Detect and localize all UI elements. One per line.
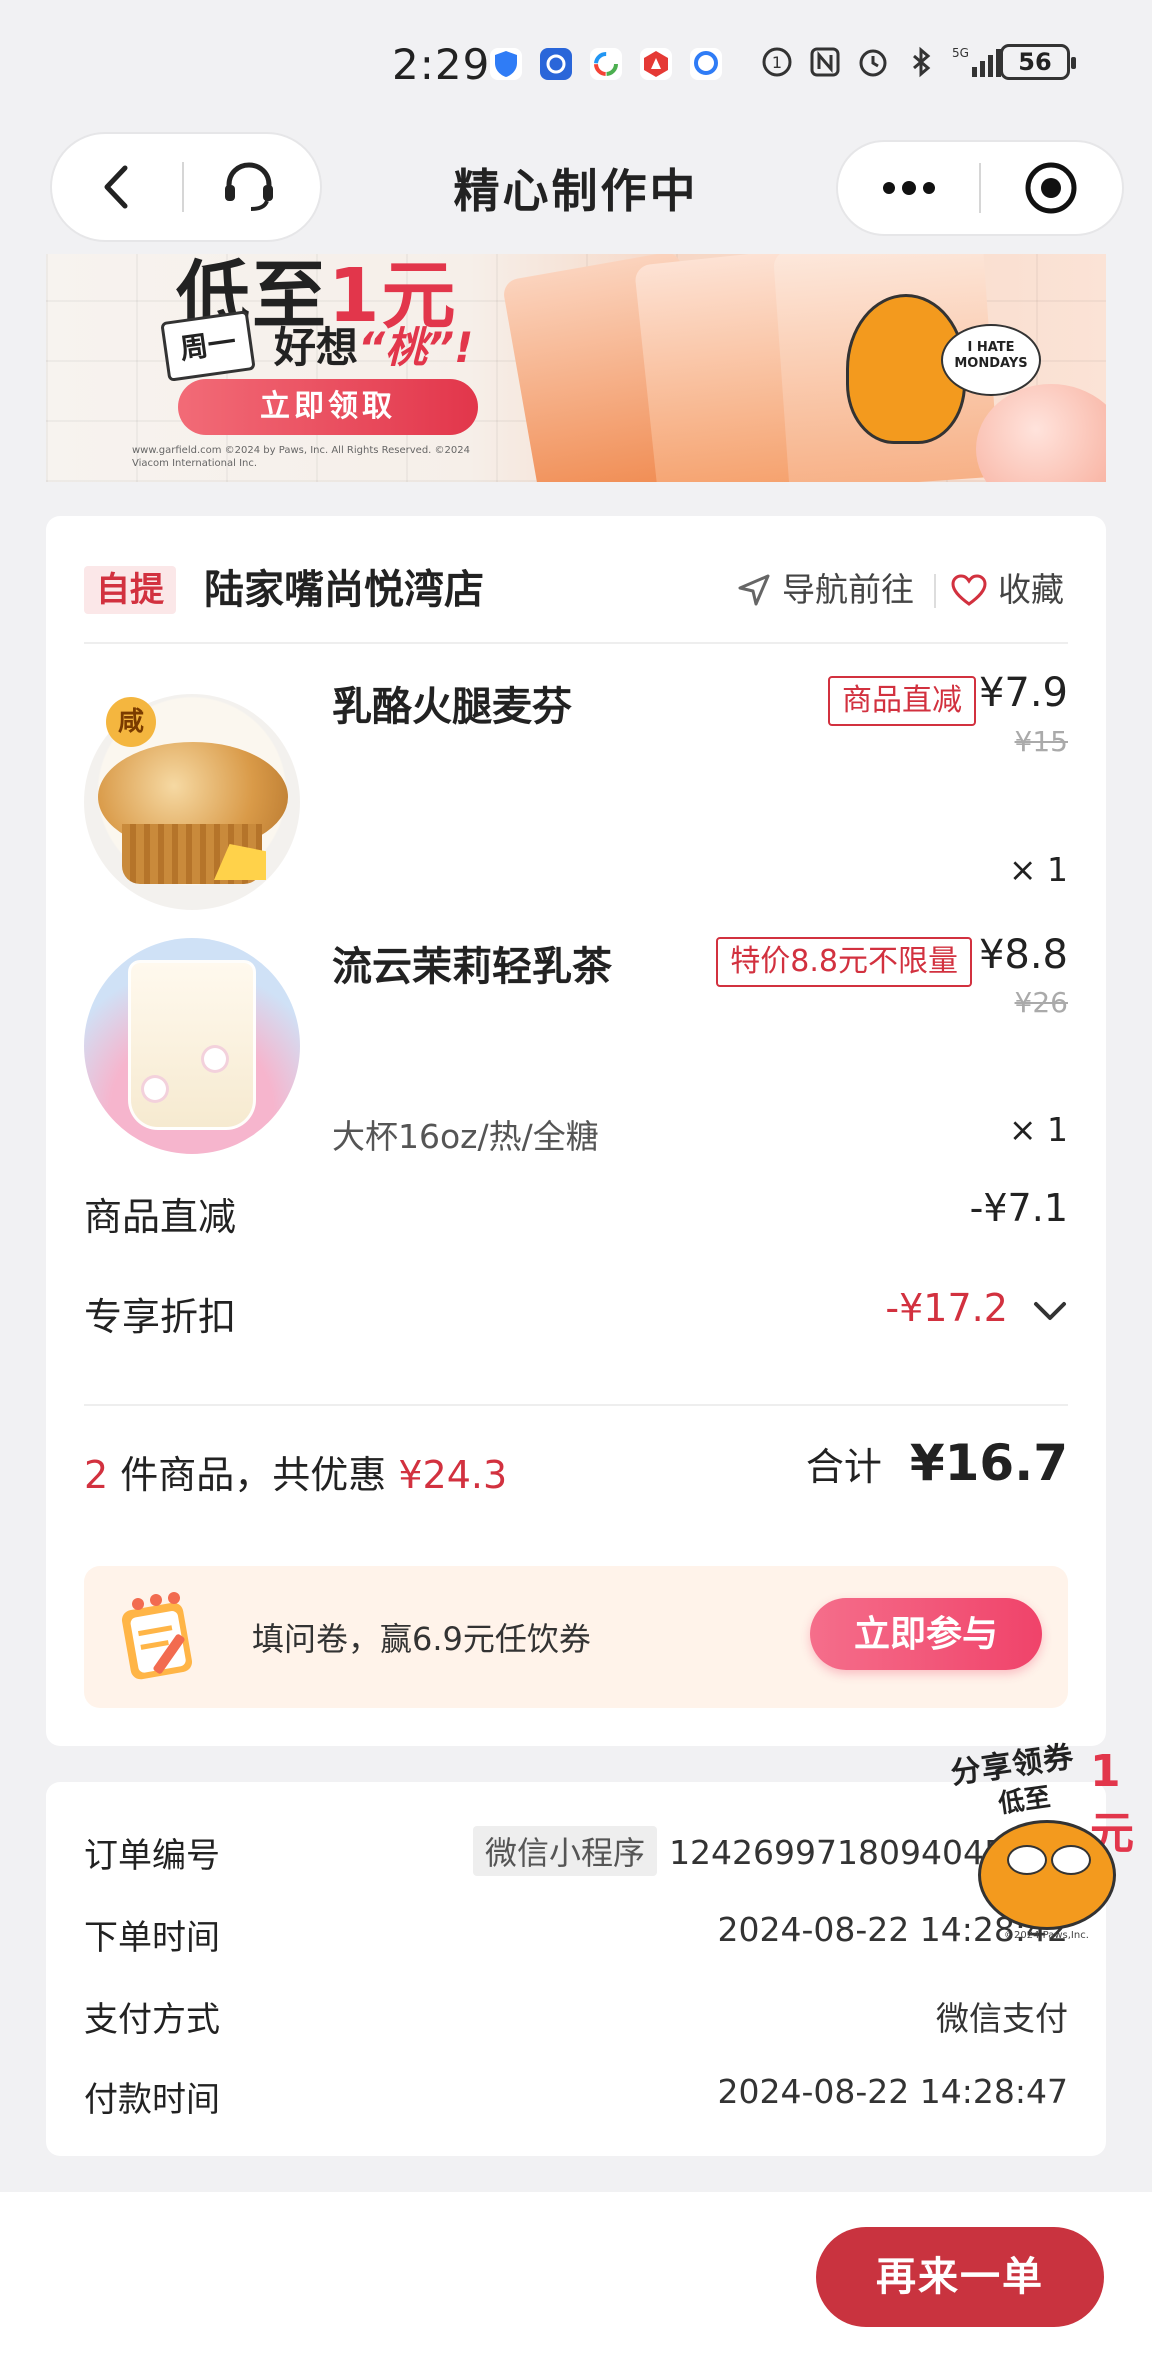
store-name[interactable]: 陆家嘴尚悦湾店: [204, 566, 484, 614]
item-spec: 大杯16oz/热/全糖: [332, 1117, 599, 1156]
signal-icon: 5G: [952, 45, 1001, 79]
network-type: 5G: [952, 46, 969, 60]
item-count: 2: [84, 1453, 109, 1497]
navigate-label: 导航前往: [782, 570, 914, 609]
reorder-button[interactable]: 再来一单: [816, 2227, 1104, 2327]
item-price: ¥7.9: [978, 670, 1068, 716]
paid-time: 2024-08-22 14:28:47: [717, 2072, 1068, 2111]
exclusive-discount-label: 专享折扣: [84, 1295, 237, 1339]
banner-copyright: www.garfield.com ©2024 by Paws, Inc. All…: [132, 445, 470, 469]
bluetooth-icon: [904, 45, 938, 79]
nfc-icon: [808, 45, 842, 79]
item-promo-tag: 商品直减: [828, 676, 976, 726]
app-icon-chat: [690, 48, 722, 80]
item-quantity: × 1: [1008, 850, 1068, 889]
share-copyright: ©2024 Paws,Inc.: [1004, 1930, 1089, 1941]
summary-count: 2 件商品，共优惠 ¥24.3: [84, 1444, 507, 1499]
speech-bubble: I HATE MONDAYS: [941, 324, 1041, 396]
item-promo-tag: 特价8.8元不限量: [716, 937, 972, 987]
item-original-price: ¥26: [1014, 986, 1068, 1019]
close-miniprogram-button[interactable]: [981, 142, 1122, 234]
favorite-link[interactable]: 收藏: [950, 566, 1064, 614]
saved-amount: ¥24.3: [398, 1453, 508, 1497]
banner-day-calendar: 周一: [160, 310, 256, 382]
chevron-down-icon: [1034, 1301, 1066, 1320]
item-name[interactable]: 流云茉莉轻乳茶: [332, 934, 612, 992]
pickup-badge: 自提: [84, 566, 176, 614]
battery-indicator: 56: [1000, 44, 1076, 80]
heart-icon: [951, 574, 987, 606]
data-saver-icon: 1: [760, 45, 794, 79]
join-survey-button[interactable]: 立即参与: [810, 1598, 1042, 1670]
bottom-action-bar: 再来一单: [0, 2192, 1152, 2376]
mascot-eye: [1007, 1845, 1047, 1875]
app-icon-blue: [540, 48, 572, 80]
summary-total: 合计 ¥16.7: [806, 1434, 1068, 1492]
more-button[interactable]: [838, 142, 979, 234]
item-name[interactable]: 乳酪火腿麦芬: [332, 674, 572, 732]
target-close-icon: [1025, 162, 1077, 214]
garfield-mascot-image: [978, 1820, 1116, 1930]
direct-discount-value: -¥7.1: [969, 1186, 1068, 1230]
tea-cup: [128, 960, 256, 1130]
more-dots-icon: [882, 181, 935, 195]
survey-clipboard-icon: [121, 1592, 193, 1680]
app-icon-colorful: [590, 48, 622, 80]
flower-decoration: [204, 1048, 226, 1070]
order-time-label: 下单时间: [84, 1918, 220, 1958]
paid-time-label: 付款时间: [84, 2080, 220, 2120]
item-price: ¥8.8: [978, 932, 1068, 978]
share-coupon-float[interactable]: 分享领券 低至 1元 ©2024 Paws,Inc.: [940, 1730, 1140, 1950]
exclusive-discount-row[interactable]: -¥17.2: [885, 1286, 1068, 1330]
banner-subtitle: 好想“桃”!: [274, 314, 473, 375]
shield-app-icon: [490, 48, 522, 80]
item-quantity: × 1: [1008, 1110, 1068, 1149]
total-amount: ¥16.7: [909, 1434, 1068, 1492]
app-icon-red: [640, 48, 672, 80]
direct-discount-label: 商品直减: [84, 1195, 237, 1239]
alarm-icon: [856, 45, 890, 79]
promo-banner[interactable]: 低至1元 周一 好想“桃”! 立即领取 www.garfield.com ©20…: [46, 254, 1106, 482]
total-label: 合计: [805, 1445, 882, 1489]
status-time: 2:29: [392, 40, 491, 89]
banner-sub-prefix: 好想: [274, 323, 359, 372]
survey-banner[interactable]: 填问卷，赢6.9元任饮券 立即参与: [84, 1566, 1068, 1708]
summary-count-text: 件商品，共优惠: [108, 1453, 399, 1497]
divider: [84, 642, 1068, 644]
survey-text: 填问卷，赢6.9元任饮券: [252, 1620, 591, 1658]
exclusive-discount-value: -¥17.2: [885, 1286, 1008, 1330]
item-image-milk-tea[interactable]: [84, 938, 300, 1154]
order-number-label: 订单编号: [84, 1836, 220, 1876]
item-original-price: ¥15: [1014, 725, 1068, 758]
link-divider: [934, 574, 936, 608]
divider: [84, 1404, 1068, 1406]
share-low-text: 低至: [996, 1782, 1053, 1820]
flower-decoration: [144, 1078, 166, 1100]
payment-method: 微信支付: [936, 1999, 1068, 2038]
salty-flavor-tag: 咸: [106, 697, 156, 747]
banner-claim-button[interactable]: 立即领取: [178, 379, 478, 435]
navigate-link[interactable]: 导航前往: [736, 566, 914, 614]
order-card: 自提 陆家嘴尚悦湾店 导航前往 收藏 咸 乳酪火腿麦芬 商品直减 ¥7.9 ¥1…: [46, 516, 1106, 1746]
order-source-tag: 微信小程序: [473, 1826, 658, 1876]
svg-text:1: 1: [772, 53, 782, 72]
system-status-icons: 1 5G 56: [760, 44, 1076, 80]
notification-icons: [490, 48, 722, 80]
navigation-arrow-icon: [738, 574, 770, 606]
favorite-label: 收藏: [998, 570, 1064, 609]
miniprogram-capsule: [836, 140, 1124, 236]
mascot-eye: [1051, 1845, 1091, 1875]
status-bar: 2:29 1 5G 56: [0, 0, 1152, 130]
banner-sub-highlight: “桃”!: [358, 323, 474, 372]
payment-method-label: 支付方式: [84, 2000, 220, 2040]
